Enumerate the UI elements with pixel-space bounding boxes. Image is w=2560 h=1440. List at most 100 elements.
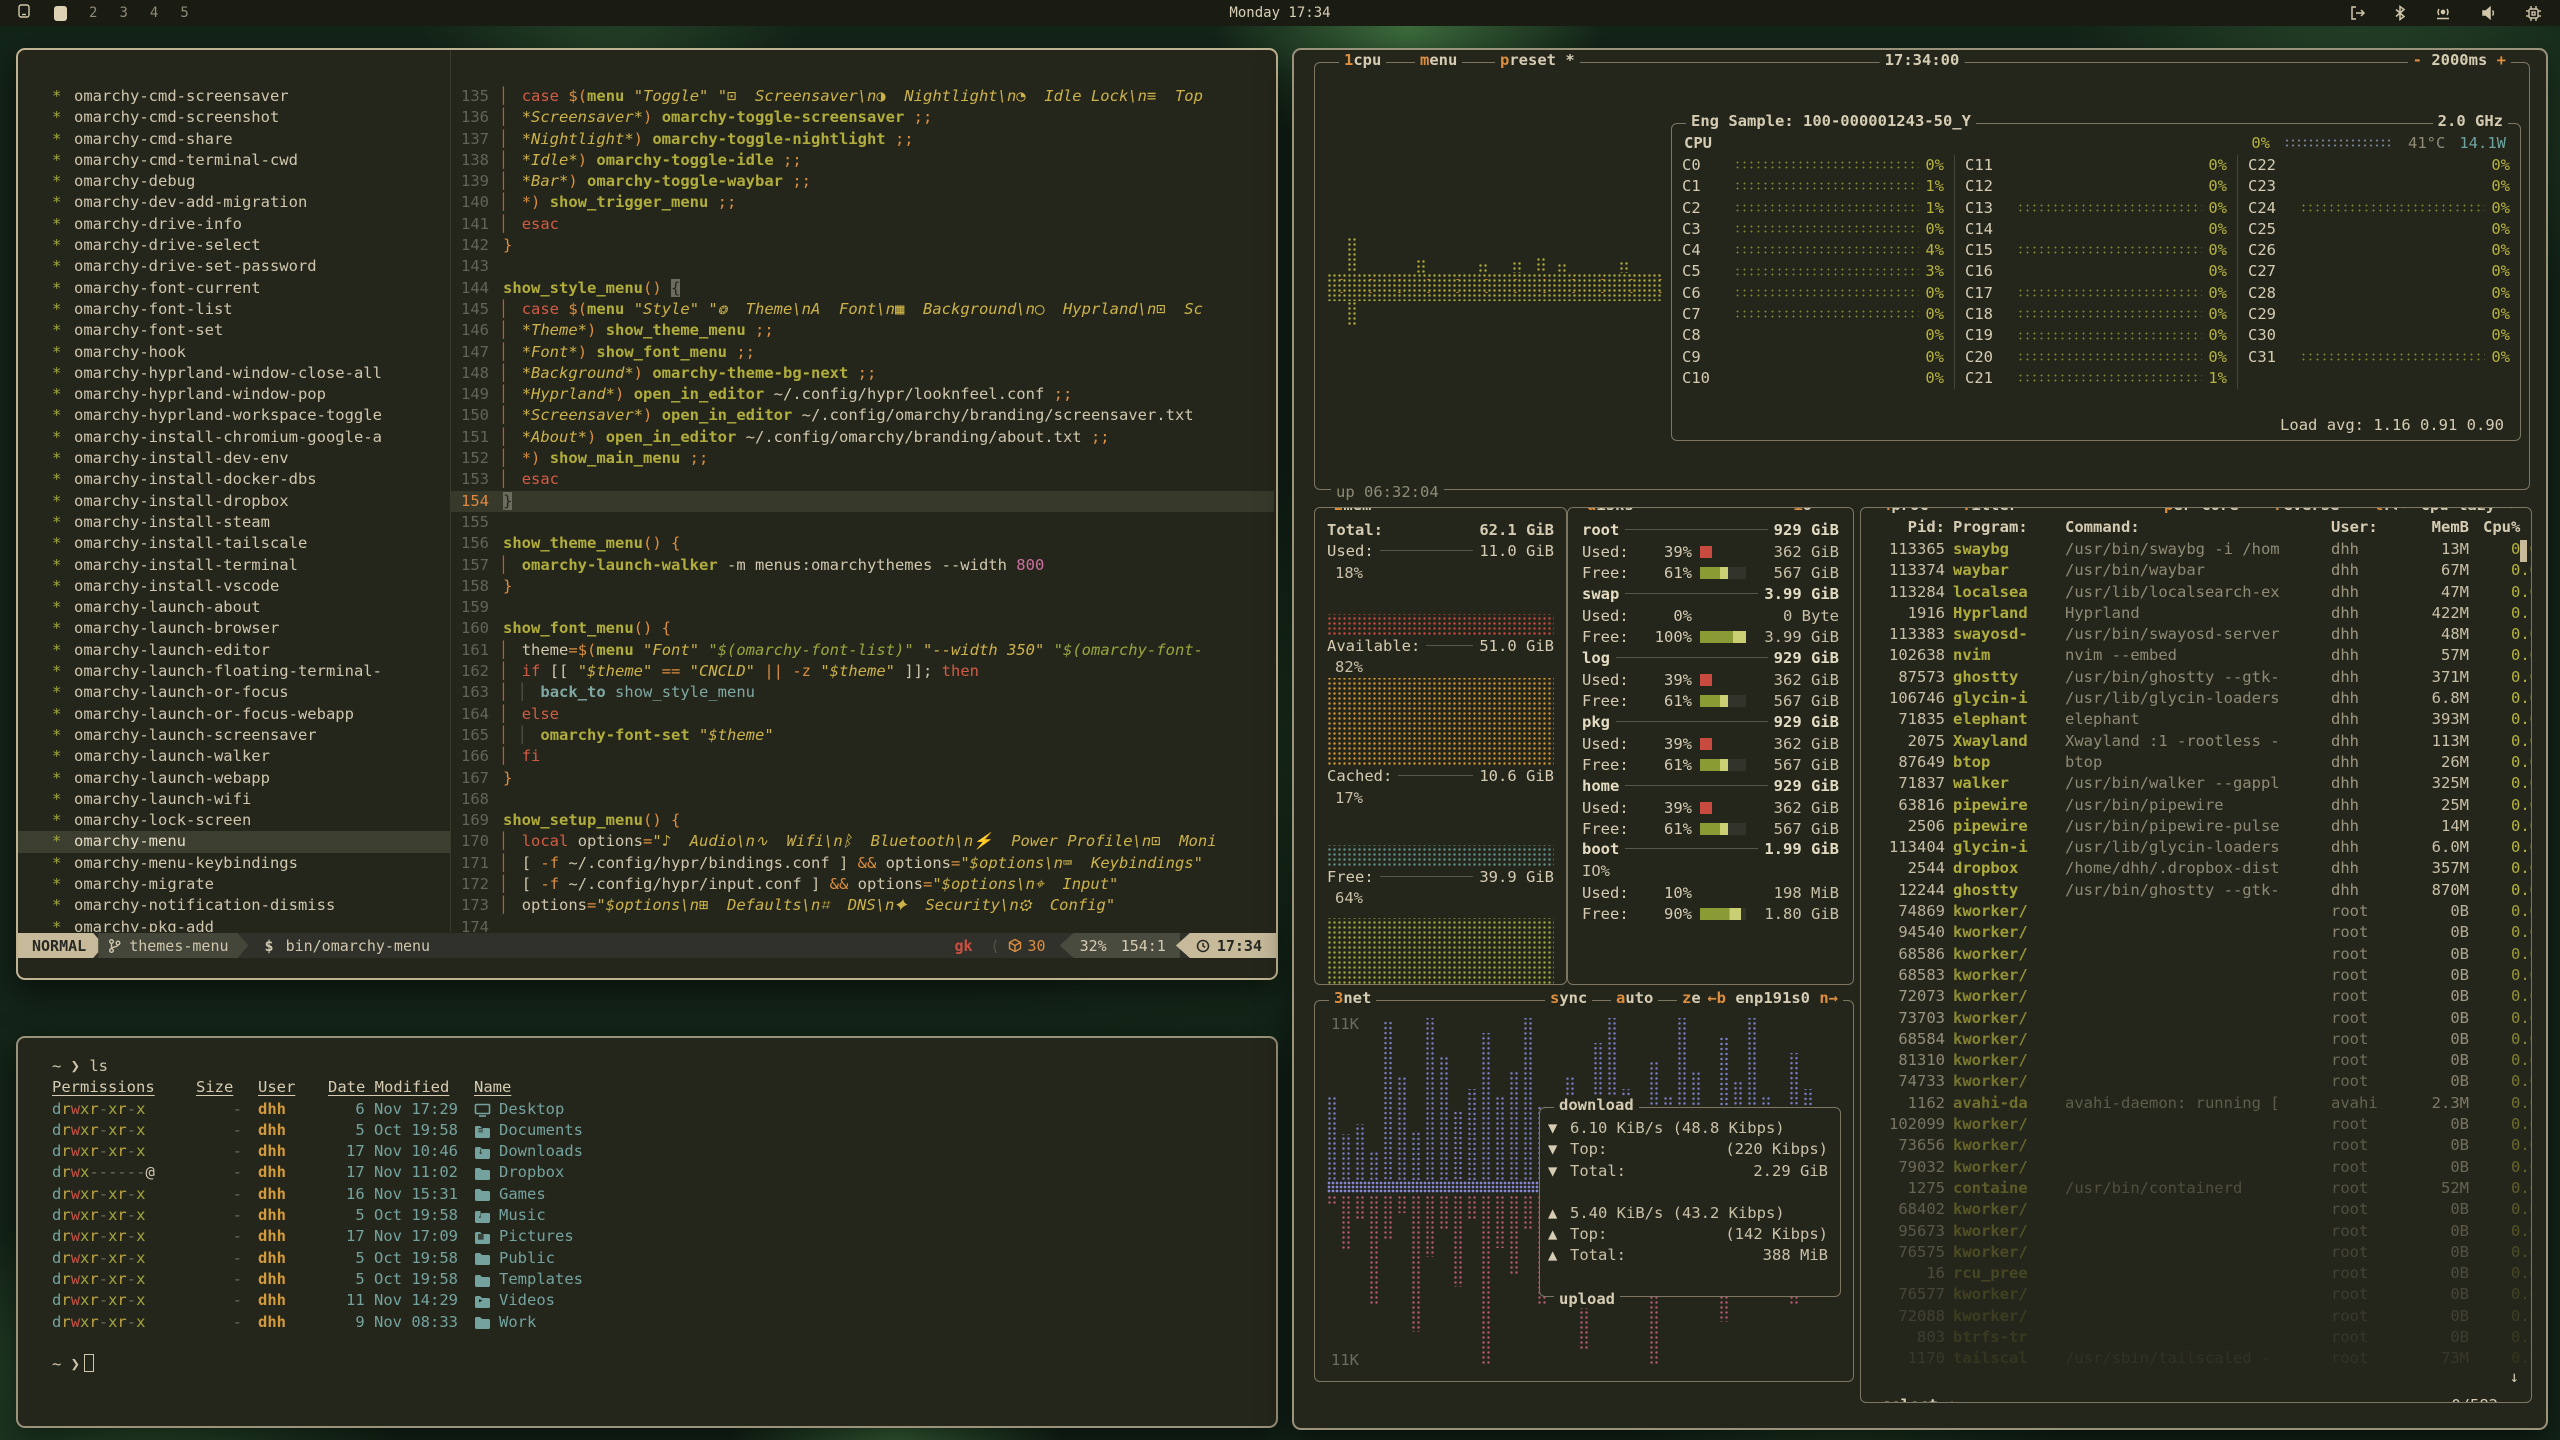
code-line[interactable]: 159 xyxy=(451,597,1274,618)
code-line[interactable]: 144show_style_menu() { xyxy=(451,278,1274,299)
file-item[interactable]: *omarchy-drive-select xyxy=(18,235,450,256)
file-item[interactable]: *omarchy-install-terminal xyxy=(18,555,450,576)
file-item[interactable]: *omarchy-install-tailscale xyxy=(18,533,450,554)
process-row[interactable]: 74869kworker/root0B0.0 xyxy=(1871,901,2521,922)
process-row[interactable]: 2544dropbox/home/dhh/.dropbox-distdhh357… xyxy=(1871,858,2521,879)
code-line[interactable]: 169show_setup_menu() { xyxy=(451,810,1274,831)
code-line[interactable]: 153▏ esac xyxy=(451,469,1274,490)
interval-minus[interactable]: - xyxy=(2413,51,2422,69)
process-row[interactable]: 113374waybar/usr/bin/waybardhh67M0.0 xyxy=(1871,560,2521,581)
workspace-5[interactable]: 5 xyxy=(180,5,188,21)
sort-prev-button[interactable]: ← xyxy=(2402,507,2411,514)
file-item[interactable]: *omarchy-menu xyxy=(18,831,450,852)
code-line[interactable]: 158} xyxy=(451,576,1274,597)
process-row[interactable]: 81310kworker/root0B0.0 xyxy=(1871,1050,2521,1071)
file-item[interactable]: *omarchy-notification-dismiss xyxy=(18,895,450,916)
file-item[interactable]: *omarchy-install-docker-dbs xyxy=(18,469,450,490)
process-row[interactable]: 803btrfs-trroot0B0.0 xyxy=(1871,1327,2521,1348)
file-item[interactable]: *omarchy-cmd-screensaver xyxy=(18,86,450,107)
code-line[interactable]: 155 xyxy=(451,512,1274,533)
file-item[interactable]: *omarchy-font-list xyxy=(18,299,450,320)
code-line[interactable]: 154} xyxy=(451,491,1274,512)
proc-percore-button[interactable]: per-core xyxy=(2159,507,2244,514)
file-item[interactable]: *omarchy-hyprland-workspace-toggle xyxy=(18,405,450,426)
file-item[interactable]: *omarchy-hook xyxy=(18,342,450,363)
code-line[interactable]: 149▏ *Hyprland*) open_in_editor ~/.confi… xyxy=(451,384,1274,405)
disks-box-label[interactable]: disks xyxy=(1582,507,1639,514)
code-line[interactable]: 162▏ if [[ "$theme" == "CNCLD" || -z "$t… xyxy=(451,661,1274,682)
iface-next-button[interactable]: n→ xyxy=(1819,989,1838,1007)
code-line[interactable]: 146▏ *Theme*) show_theme_menu ;; xyxy=(451,320,1274,341)
code-line[interactable]: 151▏ *About*) open_in_editor ~/.config/o… xyxy=(451,427,1274,448)
code-line[interactable]: 136▏ *Screensaver*) omarchy-toggle-scree… xyxy=(451,107,1274,128)
file-item[interactable]: *omarchy-launch-editor xyxy=(18,640,450,661)
process-row[interactable]: 68584kworker/root0B0.0 xyxy=(1871,1029,2521,1050)
code-line[interactable]: 163▏ ▏ back_to show_style_menu xyxy=(451,682,1274,703)
process-row[interactable]: 94540kworker/root0B0.0 xyxy=(1871,922,2521,943)
code-line[interactable]: 152▏ *) show_main_menu ;; xyxy=(451,448,1274,469)
code-line[interactable]: 172▏ [ -f ~/.config/hypr/input.conf ] &&… xyxy=(451,874,1274,895)
file-item[interactable]: *omarchy-font-set xyxy=(18,320,450,341)
proc-box-label[interactable]: 4proc xyxy=(1877,507,1934,514)
hotspot-icon[interactable] xyxy=(2433,5,2453,21)
code-line[interactable]: 142} xyxy=(451,235,1274,256)
process-row[interactable]: 113284localsea/usr/lib/localsearch-exdhh… xyxy=(1871,582,2521,603)
file-item[interactable]: *omarchy-cmd-terminal-cwd xyxy=(18,150,450,171)
code-line[interactable]: 161▏ theme=$(menu "Font" "$(omarchy-font… xyxy=(451,640,1274,661)
file-item[interactable]: *omarchy-install-dev-env xyxy=(18,448,450,469)
code-line[interactable]: 157▏ omarchy-launch-walker -m menus:omar… xyxy=(451,555,1274,576)
code-line[interactable]: 141▏ esac xyxy=(451,214,1274,235)
proc-select[interactable]: select ↓ xyxy=(1877,1396,1962,1403)
net-auto-button[interactable]: auto xyxy=(1611,989,1658,1007)
file-item[interactable]: *omarchy-install-dropbox xyxy=(18,491,450,512)
process-row[interactable]: 113365swaybg/usr/bin/swaybg -i /homdhh13… xyxy=(1871,539,2521,560)
file-item[interactable]: *omarchy-launch-walker xyxy=(18,746,450,767)
code-line[interactable]: 140▏ *) show_trigger_menu ;; xyxy=(451,192,1274,213)
code-line[interactable]: 145▏ case $(menu "Style" "❂ Theme\nA Fon… xyxy=(451,299,1274,320)
logout-icon[interactable] xyxy=(2349,5,2367,21)
code-line[interactable]: 170▏ local options="♪ Audio\n∿ Wifi\nᛒ B… xyxy=(451,831,1274,852)
process-row[interactable]: 71837walker/usr/bin/walker --gappldhh325… xyxy=(1871,773,2521,794)
file-item[interactable]: *omarchy-drive-info xyxy=(18,214,450,235)
net-sync-button[interactable]: sync xyxy=(1545,989,1592,1007)
proc-filter-button[interactable]: filter xyxy=(1957,507,2023,514)
file-item[interactable]: *omarchy-menu-keybindings xyxy=(18,853,450,874)
file-item[interactable]: *omarchy-drive-set-password xyxy=(18,256,450,277)
process-row[interactable]: 74733kworker/root0B0.0 xyxy=(1871,1071,2521,1092)
file-item[interactable]: *omarchy-debug xyxy=(18,171,450,192)
file-item[interactable]: *omarchy-launch-or-focus xyxy=(18,682,450,703)
file-item[interactable]: *omarchy-lock-screen xyxy=(18,810,450,831)
file-item[interactable]: *omarchy-launch-browser xyxy=(18,618,450,639)
process-row[interactable]: 79032kworker/root0B0.0 xyxy=(1871,1157,2521,1178)
file-item[interactable]: *omarchy-launch-or-focus-webapp xyxy=(18,704,450,725)
file-item[interactable]: *omarchy-font-current xyxy=(18,278,450,299)
code-line[interactable]: 150▏ *Screensaver*) open_in_editor ~/.co… xyxy=(451,405,1274,426)
code-line[interactable]: 137▏ *Nightlight*) omarchy-toggle-nightl… xyxy=(451,129,1274,150)
prompt-input[interactable]: ~ ❯ xyxy=(52,1354,1276,1375)
code-line[interactable]: 135▏ case $(menu "Toggle" "⊡ Screensaver… xyxy=(451,86,1274,107)
workspace-4[interactable]: 4 xyxy=(150,5,158,21)
interval-plus[interactable]: + xyxy=(2497,51,2506,69)
code-editor[interactable]: 135▏ case $(menu "Toggle" "⊡ Screensaver… xyxy=(451,50,1274,932)
process-row[interactable]: 12244ghostty/usr/bin/ghostty --gtk-dhh87… xyxy=(1871,880,2521,901)
workspace-1-active[interactable] xyxy=(54,6,67,21)
code-line[interactable]: 139▏ *Bar*) omarchy-toggle-waybar ;; xyxy=(451,171,1274,192)
code-line[interactable]: 167} xyxy=(451,768,1274,789)
mem-box-label[interactable]: 2mem xyxy=(1329,507,1376,514)
code-line[interactable]: 148▏ *Background*) omarchy-theme-bg-next… xyxy=(451,363,1274,384)
process-row[interactable]: 113404glycin-i/usr/lib/glycin-loadersdhh… xyxy=(1871,837,2521,858)
file-item[interactable]: *omarchy-hyprland-window-pop xyxy=(18,384,450,405)
code-line[interactable]: 143 xyxy=(451,256,1274,277)
process-row[interactable]: 72088kworker/root0B0.0 xyxy=(1871,1306,2521,1327)
screen-icon[interactable] xyxy=(16,3,32,23)
chip-icon[interactable] xyxy=(2525,5,2542,22)
process-row[interactable]: 113383swayosd-/usr/bin/swayosd-serverdhh… xyxy=(1871,624,2521,645)
process-row[interactable]: 76575kworker/root0B0.0 xyxy=(1871,1242,2521,1263)
file-item[interactable]: *omarchy-cmd-share xyxy=(18,129,450,150)
process-row[interactable]: 102638nvimnvim --embeddhh57M0.0 xyxy=(1871,645,2521,666)
file-item[interactable]: *omarchy-hyprland-window-close-all xyxy=(18,363,450,384)
process-row[interactable]: 2506pipewire/usr/bin/pipewire-pulsedhh14… xyxy=(1871,816,2521,837)
process-row[interactable]: 87649btopbtopdhh26M0.0 xyxy=(1871,752,2521,773)
net-box-label[interactable]: 3net xyxy=(1329,989,1376,1007)
process-row[interactable]: 68586kworker/root0B0.0 xyxy=(1871,944,2521,965)
